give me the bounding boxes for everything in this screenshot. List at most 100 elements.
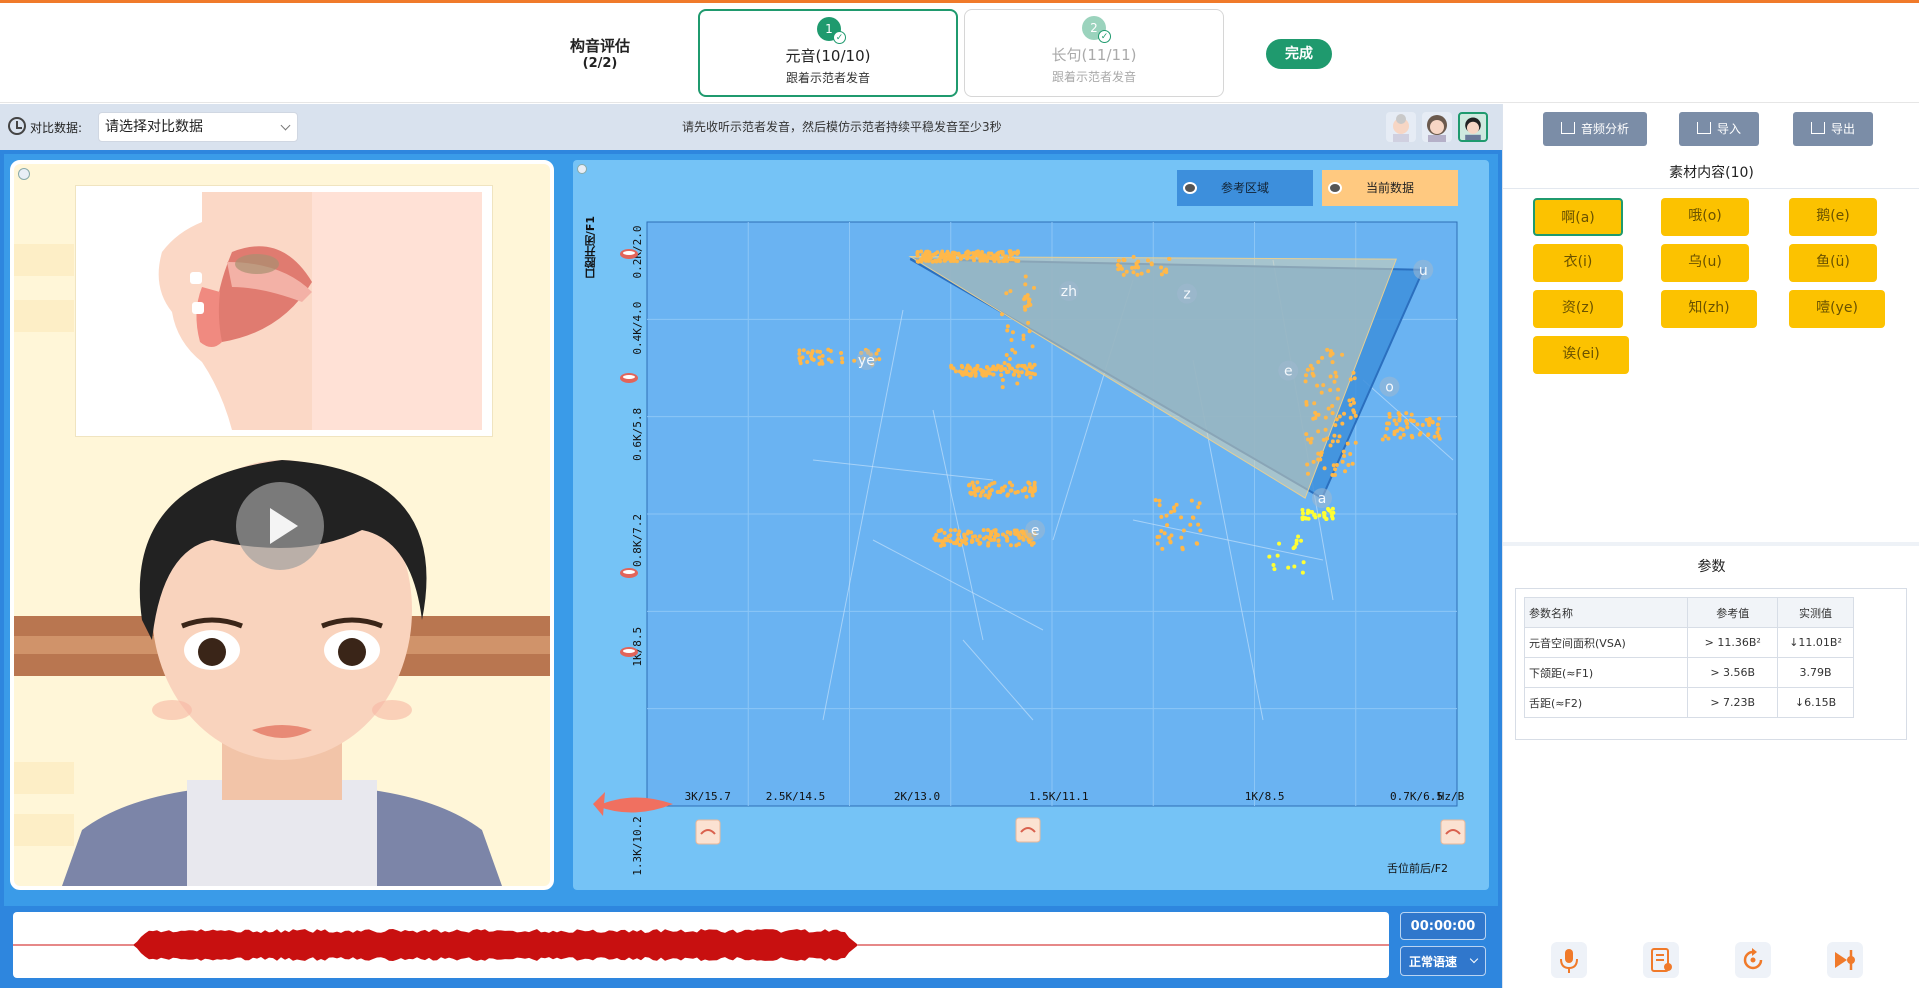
data-point [1294,538,1299,543]
data-point [940,249,945,254]
step-long-sentence[interactable]: 2 ✓ 长句(11/11) 跟着示范者发音 [964,9,1224,97]
header-cell: 参考值 [1687,597,1779,628]
avatar-man[interactable] [1458,112,1488,142]
avatar-child[interactable] [1386,112,1416,142]
data-point [1032,483,1037,488]
data-point [992,259,997,264]
material-u[interactable]: 乌(u) [1661,244,1749,282]
clock-icon [8,117,26,135]
material-ei[interactable]: 诶(ei) [1533,336,1629,374]
data-point [1169,510,1174,515]
data-point [1272,567,1277,572]
data-point [817,361,822,366]
data-point [1394,422,1399,427]
data-point [1115,262,1120,267]
data-point [1330,411,1335,416]
data-point [956,536,961,541]
compare-data-select[interactable]: 请选择对比数据 [98,112,298,142]
data-point [1427,423,1432,428]
play-button[interactable] [236,482,324,570]
data-point [839,351,844,356]
data-point [1028,375,1033,380]
param-name: 舌距(≈F2) [1523,687,1689,718]
replay-icon[interactable] [1735,942,1771,978]
data-point [986,543,991,548]
data-point [1031,285,1036,290]
material-o[interactable]: 哦(o) [1661,198,1749,236]
data-point [852,358,857,363]
data-point [1304,402,1309,407]
data-point [951,256,956,261]
data-point [1160,546,1165,551]
data-point [1435,430,1440,435]
data-point [932,536,937,541]
data-point [1162,269,1167,274]
data-point [1420,422,1425,427]
data-point [1131,254,1136,259]
data-point [1325,436,1330,441]
data-point [996,363,1001,368]
data-point [1146,269,1151,274]
export-button[interactable]: 导出 [1793,112,1873,146]
vowel-label: o [1385,380,1394,396]
data-point [971,254,976,259]
import-button[interactable]: 导入 [1679,112,1759,146]
data-point [1032,362,1037,367]
data-point [1275,553,1280,558]
demonstrator-panel [10,160,554,890]
avatar-woman[interactable] [1422,112,1452,142]
data-point [1189,498,1194,503]
report-icon[interactable] [1643,942,1679,978]
data-point [936,538,941,543]
chevron-down-icon [1469,954,1479,964]
data-point [1292,564,1297,569]
data-point [957,529,962,534]
x-tick-label: 2.5K/14.5 [766,790,826,803]
data-point [1325,347,1330,352]
step-vowel[interactable]: 1 ✓ 元音(10/10) 跟着示范者发音 [698,9,958,97]
y-tick-label: 0.4K/4.0 [631,302,644,355]
microphone-icon[interactable] [1551,942,1587,978]
data-point [1300,517,1305,522]
data-point [1286,565,1291,570]
material-v[interactable]: 鱼(ü) [1789,244,1877,282]
material-z[interactable]: 资(z) [1533,290,1623,328]
data-point [1008,257,1013,262]
step-subtitle: 跟着示范者发音 [1051,70,1136,84]
data-point [1310,371,1315,376]
data-point [1196,505,1201,510]
data-point [1323,415,1328,420]
data-point [1308,440,1313,445]
data-point [1027,362,1032,367]
data-point [1010,330,1015,335]
data-point [940,542,945,547]
material-zh[interactable]: 知(zh) [1661,290,1757,328]
tongue-position-icon [1015,817,1041,843]
material-ye[interactable]: 噎(ye) [1789,290,1885,328]
data-point [976,249,981,254]
data-point [1404,411,1409,416]
material-e[interactable]: 鹅(e) [1789,198,1877,236]
waveform-display [13,912,1389,978]
data-point [957,369,962,374]
data-point [973,534,978,539]
toolbar: 对比数据: 请选择对比数据 请先收听示范者发音，然后模仿示范者持续平稳发音至少3… [0,104,1502,150]
data-point [958,542,963,547]
material-i[interactable]: 衣(i) [1533,244,1623,282]
data-point [1155,541,1160,546]
compare-label: 对比数据: [30,121,83,135]
articulation-diagram [76,186,492,436]
play-compare-icon[interactable] [1827,942,1863,978]
data-point [942,530,947,535]
data-point [1157,534,1162,539]
speed-select[interactable]: 正常语速 [1400,946,1486,976]
audio-analysis-button[interactable]: 音频分析 [1543,112,1647,146]
material-a[interactable]: 啊(a) [1533,198,1623,236]
data-point [801,348,806,353]
done-button[interactable]: 完成 [1266,39,1332,69]
data-point [1324,517,1329,522]
x-tick-label: 1.5K/11.1 [1029,790,1089,803]
data-point [1020,488,1025,493]
data-point [1030,371,1035,376]
data-point [1121,257,1126,262]
